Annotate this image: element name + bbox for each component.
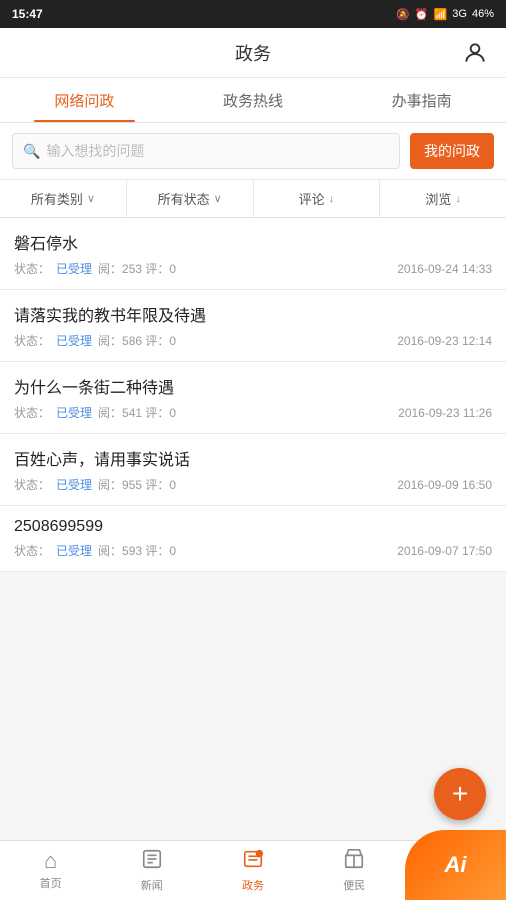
item-stats: 阅：253 评：0 [98, 260, 176, 277]
comment-sort-icon: ↓ [329, 193, 335, 205]
tab-rexian[interactable]: 政务热线 [169, 78, 338, 122]
status-icons: 🔕 ⏰ 📶 3G 46% [396, 8, 494, 21]
status-time: 15:47 [12, 7, 43, 21]
list-item[interactable]: 2508699599 状态： 已受理 阅：593 评：0 2016-09-07 1… [0, 506, 506, 572]
item-meta: 状态： 已受理 阅：955 评：0 2016-09-09 16:50 [14, 476, 492, 493]
search-placeholder: 输入想找的问题 [46, 141, 144, 161]
status-value: 已受理 [56, 404, 92, 421]
search-icon: 🔍 [23, 143, 40, 160]
filter-comment[interactable]: 评论 ↓ [254, 180, 381, 217]
item-stats: 阅：586 评：0 [98, 332, 176, 349]
category-arrow-icon: ∨ [87, 192, 95, 205]
nav-home-label: 首页 [40, 875, 62, 891]
item-date: 2016-09-07 17:50 [397, 544, 492, 558]
my-questions-button[interactable]: 我的问政 [410, 133, 494, 169]
item-title: 为什么一条街二种待遇 [14, 374, 492, 398]
search-bar: 🔍 输入想找的问题 我的问政 [0, 123, 506, 180]
status-value: 已受理 [56, 542, 92, 559]
filter-browse[interactable]: 浏览 ↓ [380, 180, 506, 217]
item-date: 2016-09-23 12:14 [397, 334, 492, 348]
status-label: 状态： [14, 404, 50, 421]
item-meta: 状态： 已受理 阅：253 评：0 2016-09-24 14:33 [14, 260, 492, 277]
status-label: 状态： [14, 476, 50, 493]
browse-sort-icon: ↓ [455, 193, 461, 205]
wifi-icon: 📶 [434, 8, 448, 21]
battery-label: 46% [472, 8, 494, 20]
item-stats: 阅：955 评：0 [98, 476, 176, 493]
convenience-icon [343, 848, 365, 874]
add-question-fab[interactable]: + [434, 768, 486, 820]
nav-convenience[interactable]: 便民 [304, 841, 405, 900]
filter-status[interactable]: 所有状态 ∨ [127, 180, 254, 217]
nav-news[interactable]: 新闻 [101, 841, 202, 900]
nav-affairs[interactable]: ! 政务 [202, 841, 303, 900]
nav-home[interactable]: ⌂ 首页 [0, 841, 101, 900]
item-stats: 阅：593 评：0 [98, 542, 176, 559]
tab-wangluo[interactable]: 网络问政 [0, 78, 169, 122]
header: 政务 [0, 28, 506, 78]
content-area: 磐石停水 状态： 已受理 阅：253 评：0 2016-09-24 14:33 请… [0, 218, 506, 900]
item-meta: 状态： 已受理 阅：593 评：0 2016-09-07 17:50 [14, 542, 492, 559]
page-wrapper: 15:47 🔕 ⏰ 📶 3G 46% 政务 网络问政 政务热线 办事指南 [0, 0, 506, 900]
affairs-icon: ! [242, 848, 264, 874]
status-arrow-icon: ∨ [214, 192, 222, 205]
item-meta: 状态： 已受理 阅：541 评：0 2016-09-23 11:26 [14, 404, 492, 421]
alarm-icon: ⏰ [415, 8, 429, 21]
status-value: 已受理 [56, 476, 92, 493]
item-title: 2508699599 [14, 518, 492, 536]
content-list: 磐石停水 状态： 已受理 阅：253 评：0 2016-09-24 14:33 请… [0, 218, 506, 572]
nav-affairs-label: 政务 [242, 877, 264, 893]
mute-icon: 🔕 [396, 8, 410, 21]
home-icon: ⌂ [44, 850, 57, 872]
user-icon-button[interactable] [460, 38, 490, 68]
page-title: 政务 [235, 40, 271, 66]
signal-label: 3G [452, 8, 467, 20]
status-bar: 15:47 🔕 ⏰ 📶 3G 46% [0, 0, 506, 28]
nav-news-label: 新闻 [141, 877, 163, 893]
item-meta: 状态： 已受理 阅：586 评：0 2016-09-23 12:14 [14, 332, 492, 349]
item-title: 请落实我的教书年限及待遇 [14, 302, 492, 326]
filter-row: 所有类别 ∨ 所有状态 ∨ 评论 ↓ 浏览 ↓ [0, 180, 506, 218]
status-label: 状态： [14, 542, 50, 559]
status-value: 已受理 [56, 332, 92, 349]
item-date: 2016-09-23 11:26 [398, 406, 492, 420]
list-item[interactable]: 为什么一条街二种待遇 状态： 已受理 阅：541 评：0 2016-09-23 1… [0, 362, 506, 434]
status-value: 已受理 [56, 260, 92, 277]
news-icon [141, 848, 163, 874]
search-input-wrap[interactable]: 🔍 输入想找的问题 [12, 133, 400, 169]
list-item[interactable]: 磐石停水 状态： 已受理 阅：253 评：0 2016-09-24 14:33 [0, 218, 506, 290]
tab-banshi[interactable]: 办事指南 [337, 78, 506, 122]
item-date: 2016-09-24 14:33 [397, 262, 492, 276]
status-label: 状态： [14, 260, 50, 277]
item-title: 磐石停水 [14, 230, 492, 254]
list-item[interactable]: 请落实我的教书年限及待遇 状态： 已受理 阅：586 评：0 2016-09-23… [0, 290, 506, 362]
nav-convenience-label: 便民 [343, 877, 365, 893]
ai-badge[interactable]: Ai [405, 830, 506, 900]
tabs: 网络问政 政务热线 办事指南 [0, 78, 506, 123]
item-date: 2016-09-09 16:50 [397, 478, 492, 492]
item-stats: 阅：541 评：0 [98, 404, 176, 421]
status-label: 状态： [14, 332, 50, 349]
filter-category[interactable]: 所有类别 ∨ [0, 180, 127, 217]
item-title: 百姓心声，请用事实说话 [14, 446, 492, 470]
list-item[interactable]: 百姓心声，请用事实说话 状态： 已受理 阅：955 评：0 2016-09-09 … [0, 434, 506, 506]
